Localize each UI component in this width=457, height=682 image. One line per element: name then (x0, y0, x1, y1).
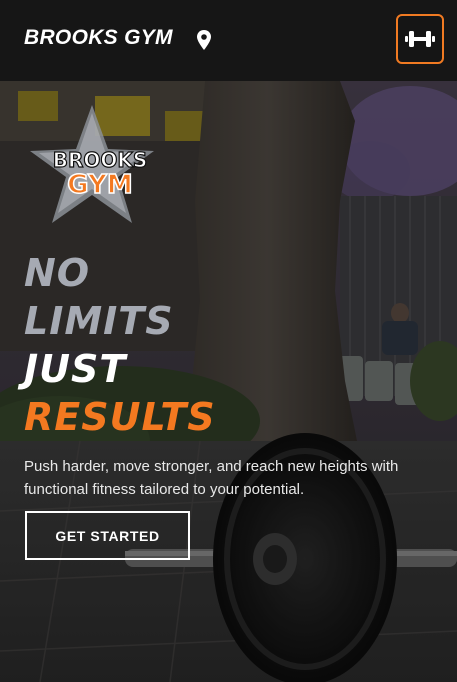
headline-line-3: JUST (24, 347, 127, 391)
headline-line-1: NO (24, 251, 91, 295)
headline-line-2: LIMITS (24, 299, 174, 343)
logo-text-gym: GYM (67, 170, 132, 200)
top-header: BROOKS GYM (0, 0, 457, 81)
hero-subtext: Push harder, move stronger, and reach ne… (24, 458, 399, 498)
brand-name[interactable]: BROOKS GYM (24, 26, 173, 50)
map-pin-icon[interactable] (196, 30, 212, 50)
headline-line-4: RESULTS (24, 395, 216, 439)
brooks-gym-logo: BROOKS GYM (30, 105, 154, 223)
get-started-button[interactable]: GET STARTED (25, 511, 190, 560)
hero-headline: NO LIMITS JUST RESULTS (24, 249, 216, 441)
hero-section: BROOKS GYM NO LIMITS JUST RESULTS Push h… (0, 81, 457, 682)
menu-button[interactable] (396, 14, 444, 64)
dumbbell-icon (405, 31, 435, 47)
logo-text-brooks: BROOKS (53, 148, 148, 172)
